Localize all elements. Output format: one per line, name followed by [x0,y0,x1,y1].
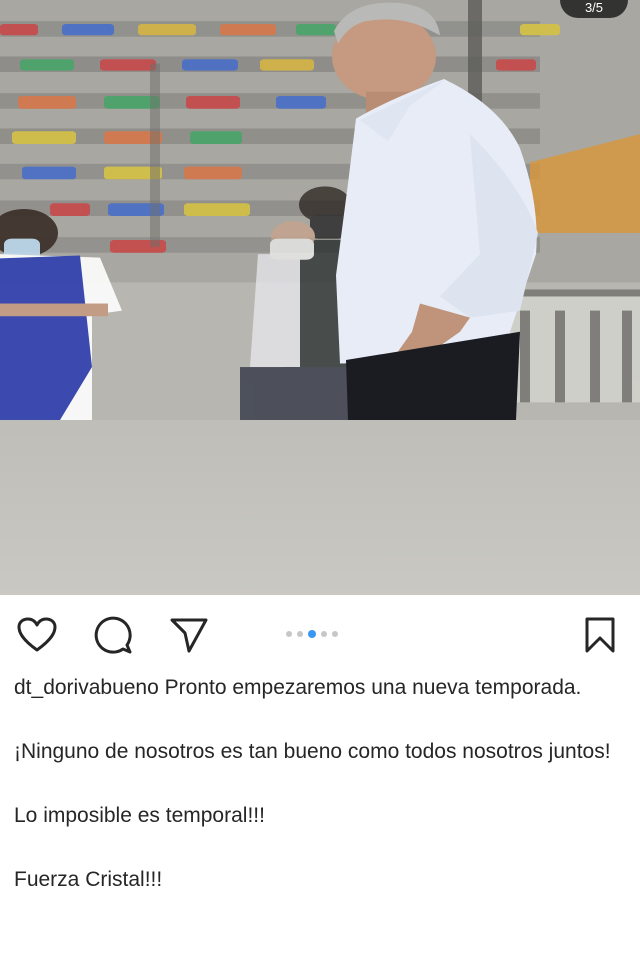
carousel-dot [321,631,327,637]
post-action-bar [0,600,640,668]
bookmark-icon [585,617,615,653]
carousel-dot [286,631,292,637]
speech-bubble-icon [94,616,132,654]
caption-username[interactable]: dt_dorivabueno [14,676,159,699]
carousel-dot [297,631,303,637]
save-button[interactable] [577,612,623,658]
caption-line: Fuerza Cristal!!! [14,868,163,891]
caption-line: Pronto empezaremos una nueva temporada. [164,676,582,699]
share-button[interactable] [166,612,212,658]
caption-line: Lo imposible es temporal!!! [14,804,265,827]
heart-outline-icon [17,617,57,652]
carousel-dot [332,631,338,637]
comment-button[interactable] [90,612,136,658]
carousel-dot-active [308,630,316,638]
caption-line: ¡Ninguno de nosotros es tan bueno como t… [14,740,611,763]
stadium-seats-background [0,0,640,420]
carousel-counter-badge: 3/5 [560,0,628,18]
like-button[interactable] [14,612,60,658]
paper-plane-icon [170,618,208,653]
post-image[interactable]: 3/5 [0,0,640,595]
post-caption: dt_dorivabueno Pronto empezaremos una nu… [14,672,626,896]
carousel-indicator [286,629,338,639]
caption-first-paragraph: dt_dorivabueno Pronto empezaremos una nu… [14,672,626,704]
